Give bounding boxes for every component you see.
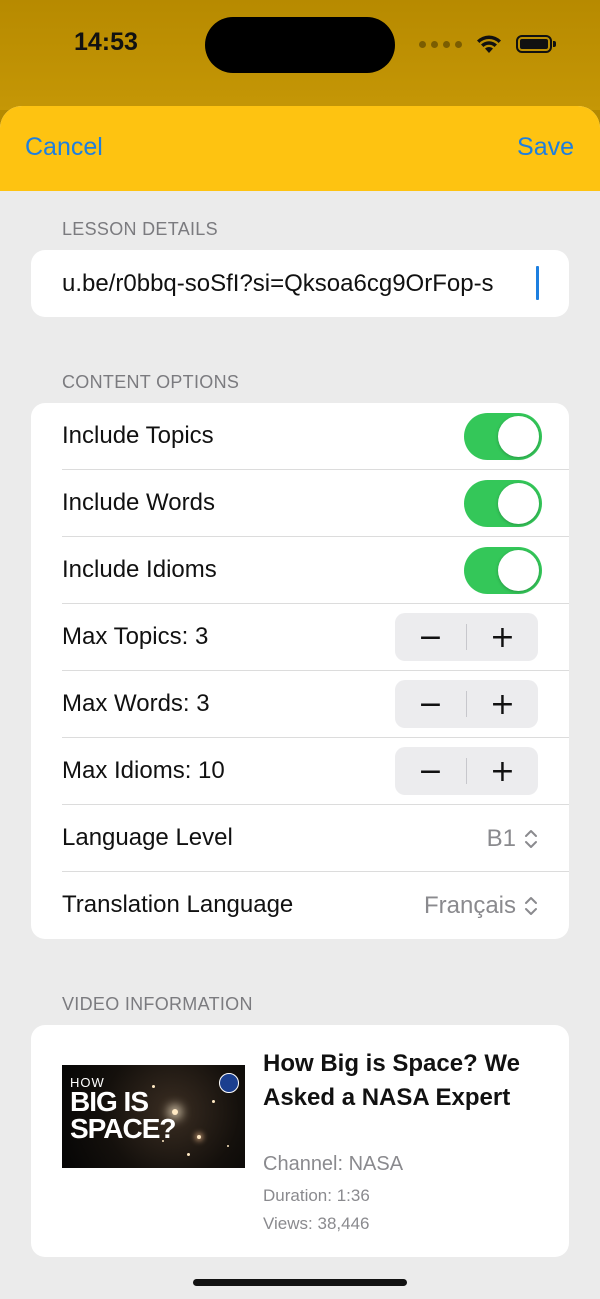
url-input-text[interactable]: u.be/r0bbq-soSfI?si=Qksoa6cg9OrFop-s [62,270,542,298]
max-words-label: Max Words: 3 [62,690,210,717]
status-icons [419,34,556,54]
max-words-decrement-button[interactable]: − [395,680,466,728]
video-duration: Duration: 1:36 [263,1186,370,1205]
cancel-button[interactable]: Cancel [25,133,103,162]
video-thumbnail: HOW BIG IS SPACE? [62,1065,245,1168]
language-level-label: Language Level [62,824,233,851]
language-level-row[interactable]: Language Level B1 [31,805,569,872]
include-words-row: Include Words [31,470,569,537]
home-indicator[interactable] [193,1279,407,1286]
video-channel: Channel: NASA [263,1153,404,1175]
language-level-value: B1 [486,825,516,852]
video-information-header: VIDEO INFORMATION [62,994,253,1014]
content-options-card: Include Topics Include Words Include Idi… [31,403,569,939]
chevron-up-down-icon [525,830,537,848]
content-options-header: CONTENT OPTIONS [62,372,240,392]
translation-language-row[interactable]: Translation Language Français [31,872,569,939]
max-words-stepper[interactable]: − + [395,680,538,728]
max-words-row: Max Words: 3 − + [31,671,569,738]
max-words-increment-button[interactable]: + [467,680,538,728]
include-topics-row: Include Topics [31,403,569,470]
include-idioms-row: Include Idioms [31,537,569,604]
video-title: How Big is Space? We Asked a NASA Expert [263,1050,520,1111]
status-bar: 14:53 [0,0,600,110]
max-topics-row: Max Topics: 3 − + [31,604,569,671]
include-topics-toggle[interactable] [464,413,542,460]
include-idioms-label: Include Idioms [62,556,217,583]
dynamic-island [205,17,395,73]
translation-language-picker[interactable]: Français [424,892,538,920]
battery-icon [516,35,556,53]
max-idioms-increment-button[interactable]: + [467,747,538,795]
chevron-up-down-icon [525,897,537,915]
edit-lesson-sheet: Cancel Save LESSON DETAILS u.be/r0bbq-so… [0,106,600,1299]
video-information-card: HOW BIG IS SPACE? How Big is Space? We A… [31,1025,569,1257]
lesson-details-header: LESSON DETAILS [62,219,218,239]
max-idioms-label: Max Idioms: 10 [62,757,225,784]
include-idioms-toggle[interactable] [464,547,542,594]
include-words-label: Include Words [62,489,215,516]
include-topics-label: Include Topics [62,422,214,449]
wifi-icon [477,35,501,53]
nasa-logo [219,1073,239,1093]
translation-language-label: Translation Language [62,891,294,918]
status-time: 14:53 [74,28,138,56]
nav-bar: Cancel Save [0,106,600,191]
save-button[interactable]: Save [517,133,574,162]
max-topics-stepper[interactable]: − + [395,613,538,661]
max-topics-increment-button[interactable]: + [467,613,538,661]
max-topics-decrement-button[interactable]: − [395,613,466,661]
max-idioms-stepper[interactable]: − + [395,747,538,795]
language-level-picker[interactable]: B1 [487,825,538,853]
max-idioms-decrement-button[interactable]: − [395,747,466,795]
max-idioms-row: Max Idioms: 10 − + [31,738,569,805]
url-field[interactable]: u.be/r0bbq-soSfI?si=Qksoa6cg9OrFop-s [31,250,569,317]
cellular-dots-icon [419,40,462,48]
include-words-toggle[interactable] [464,480,542,527]
text-cursor [536,266,539,300]
thumbnail-caption: HOW BIG IS SPACE? [70,1075,176,1144]
max-topics-label: Max Topics: 3 [62,623,209,650]
video-views: Views: 38,446 [263,1214,370,1233]
translation-language-value: Français [423,892,516,919]
